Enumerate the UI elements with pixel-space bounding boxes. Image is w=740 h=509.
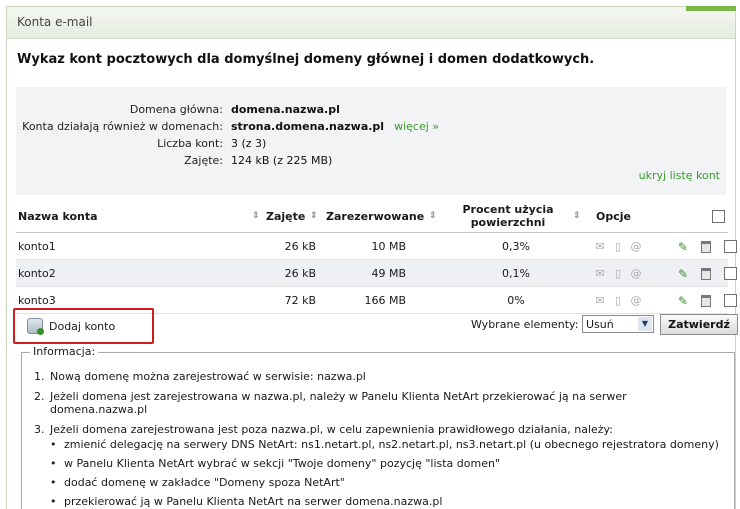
chevron-down-icon[interactable]: ▼ — [638, 317, 652, 331]
sub-list-item: • dodać domenę w zakładce "Domeny spoza N… — [50, 476, 345, 489]
at-icon[interactable]: @ — [629, 294, 643, 307]
information-list: 1. Nową domenę można zarejestrować w serw… — [34, 370, 724, 509]
at-icon[interactable]: @ — [629, 240, 643, 253]
account-reserved: 166 MB — [364, 294, 406, 307]
account-count-row: Liczba kont: 3 (z 3) — [16, 137, 266, 153]
select-all-checkbox[interactable] — [712, 199, 725, 233]
sort-reserved-icon[interactable]: ⇕ — [429, 199, 437, 233]
edit-icon[interactable]: ✎ — [678, 287, 688, 314]
list-item: 2. Jeżeli domena jest zarejestrowana w na… — [34, 390, 627, 416]
panel-title: Konta e-mail — [7, 7, 735, 39]
account-percent: 0% — [507, 294, 525, 307]
sub-list: • zmienić delegację na serwery DNS NetArt… — [50, 438, 719, 508]
hide-accounts-link[interactable]: ukryj listę kont — [639, 169, 720, 182]
accent-bar — [686, 6, 736, 11]
list-item: 3. Jeżeli domena zarejestrowana jest poz… — [34, 423, 719, 508]
sort-percent-icon[interactable]: ⇕ — [573, 199, 581, 233]
used-space-row: Zajęte: 124 kB (z 225 MB) — [16, 154, 332, 170]
table-row: konto1 26 kB 10 MB 0,3% ✉ ▯ @ ✎ — [16, 233, 737, 260]
list-item: 1. Nową domenę można zarejestrować w serw… — [34, 370, 366, 383]
account-name: konto2 — [18, 267, 56, 280]
account-reserved: 49 MB — [371, 267, 406, 280]
phone-icon[interactable]: ▯ — [611, 240, 625, 253]
account-used: 26 kB — [284, 267, 316, 280]
at-icon[interactable]: @ — [629, 267, 643, 280]
header-name[interactable]: Nazwa konta — [18, 199, 98, 233]
add-account-label: Dodaj konto — [49, 319, 116, 333]
header-options: Opcje — [596, 209, 631, 223]
phone-icon[interactable]: ▯ — [611, 294, 625, 307]
account-count-value: 3 (z 3) — [231, 137, 267, 150]
email-accounts-panel: Konta e-mail Wykaz kont pocztowych dla d… — [6, 6, 738, 509]
information-legend: Informacja: — [30, 345, 99, 358]
header-reserved[interactable]: Zarezerwowane — [326, 199, 424, 233]
other-domains-row: Konta działają również w domenach: stron… — [16, 120, 439, 136]
domain-info-box: Domena główna: domena.nazwa.pl Konta dzi… — [16, 87, 726, 195]
header-used[interactable]: Zajęte — [266, 199, 305, 233]
row-options: ✉ ▯ @ — [593, 260, 643, 287]
sub-list-item: • przekierować ją w Panelu Klienta NetArt… — [50, 495, 443, 508]
other-domains-label: Konta działają również w domenach: — [22, 120, 223, 133]
edit-icon[interactable]: ✎ — [678, 233, 688, 260]
bulk-action-value: Usuń — [586, 317, 614, 331]
sort-name-icon[interactable]: ⇕ — [252, 199, 260, 233]
accounts-table: Nazwa konta ⇕ Zajęte ⇕ Zarezerwowane ⇕ P… — [16, 199, 737, 314]
main-domain-row: Domena główna: domena.nazwa.pl — [16, 103, 340, 119]
mail-icon[interactable]: ✉ — [593, 294, 607, 307]
account-reserved: 10 MB — [371, 240, 406, 253]
account-name: konto1 — [18, 240, 56, 253]
mail-icon[interactable]: ✉ — [593, 267, 607, 280]
more-domains-link[interactable]: więcej » — [394, 120, 439, 136]
row-checkbox[interactable] — [724, 287, 737, 314]
account-used: 26 kB — [284, 240, 316, 253]
sub-list-item: • w Panelu Klienta NetArt wybrać w sekcji… — [50, 457, 501, 470]
row-options: ✉ ▯ @ — [593, 287, 643, 314]
row-checkbox[interactable] — [724, 260, 737, 287]
sub-list-item: • zmienić delegację na serwery DNS NetArt… — [50, 438, 719, 451]
trash-icon[interactable] — [701, 260, 711, 287]
account-percent: 0,1% — [502, 267, 530, 280]
bulk-action-select[interactable]: Usuń ▼ — [582, 315, 654, 333]
trash-icon[interactable] — [701, 287, 711, 314]
trash-icon[interactable] — [701, 233, 711, 260]
table-row: konto2 26 kB 49 MB 0,1% ✉ ▯ @ ✎ — [16, 260, 737, 287]
edit-icon[interactable]: ✎ — [678, 260, 688, 287]
used-space-label: Zajęte: — [184, 154, 223, 167]
table-header: Nazwa konta ⇕ Zajęte ⇕ Zarezerwowane ⇕ P… — [16, 199, 728, 233]
intro-heading: Wykaz kont pocztowych dla domyślnej dome… — [17, 52, 595, 67]
row-options: ✉ ▯ @ — [593, 233, 643, 260]
account-used: 72 kB — [284, 294, 316, 307]
other-domains-value: strona.domena.nazwa.pl — [231, 120, 385, 133]
header-percent[interactable]: Procent użycia powierzchni — [448, 199, 568, 233]
sort-used-icon[interactable]: ⇕ — [310, 199, 318, 233]
submit-button[interactable]: Zatwierdź — [660, 314, 738, 335]
account-count-label: Liczba kont: — [157, 137, 223, 150]
add-account-button[interactable]: Dodaj konto — [13, 308, 154, 344]
information-box: Informacja: 1. Nową domenę można zarejest… — [21, 345, 735, 509]
phone-icon[interactable]: ▯ — [611, 267, 625, 280]
row-checkbox[interactable] — [724, 233, 737, 260]
selected-elements-label: Wybrane elementy: — [471, 318, 579, 331]
main-domain-label: Domena główna: — [129, 103, 223, 116]
add-account-icon — [27, 318, 44, 335]
used-space-value: 124 kB (z 225 MB) — [231, 154, 333, 167]
main-domain-value: domena.nazwa.pl — [231, 103, 340, 116]
account-percent: 0,3% — [502, 240, 530, 253]
mail-icon[interactable]: ✉ — [593, 240, 607, 253]
